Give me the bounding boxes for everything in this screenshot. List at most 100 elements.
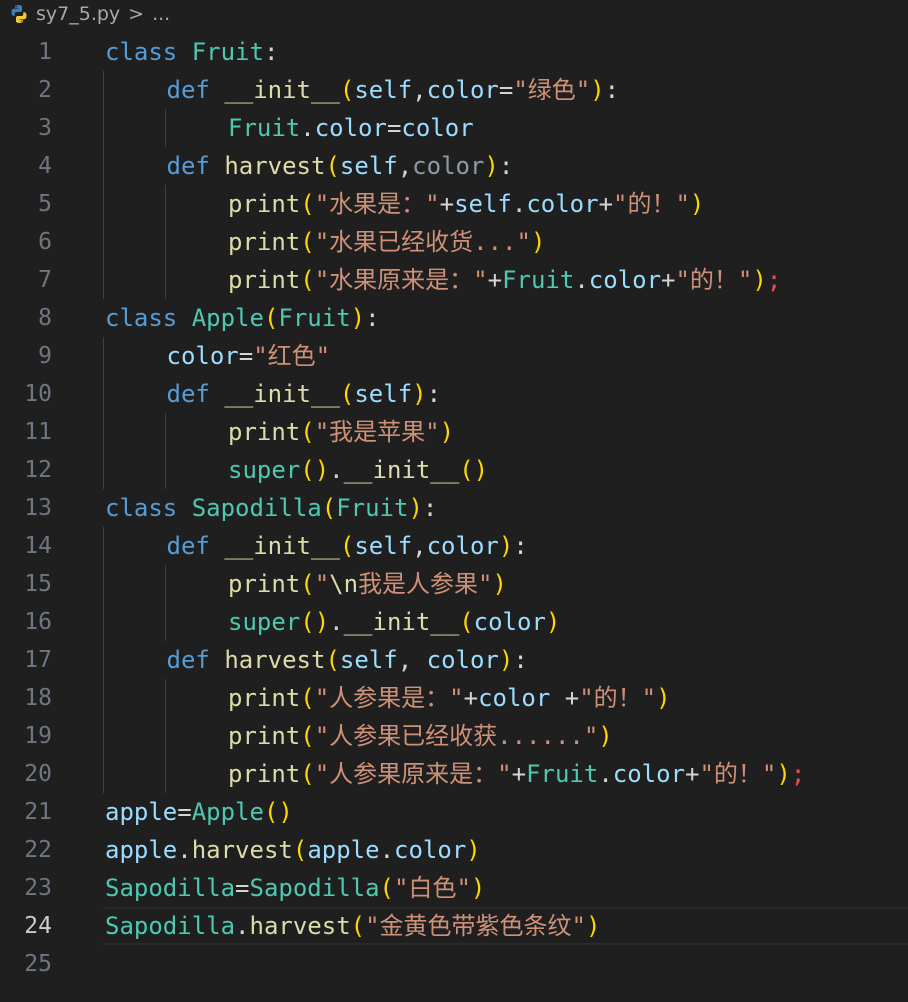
code-token: Sapodilla	[249, 874, 380, 902]
code-token: )	[412, 380, 427, 408]
code-token: color	[401, 114, 474, 142]
code-token: color	[526, 190, 599, 218]
code-text: print("人参果已经收获......")	[228, 717, 613, 755]
code-token: .	[177, 836, 192, 864]
code-line[interactable]: 18 print("人参果是："+color +"的！")	[0, 679, 908, 717]
code-token: )	[530, 228, 546, 256]
code-token: +	[439, 190, 455, 218]
code-line[interactable]: 16 super().__init__(color)	[0, 603, 908, 641]
code-token: ,	[397, 646, 427, 674]
code-token: +	[661, 266, 676, 294]
code-token: :	[422, 494, 438, 522]
code-line[interactable]: 3 Fruit.color=color	[0, 109, 908, 147]
code-token: )	[492, 570, 507, 598]
code-token: "水果原来是："	[314, 266, 488, 294]
code-text: print("我是苹果")	[228, 413, 454, 451]
code-token: Fruit	[278, 304, 351, 332]
code-token: :	[604, 76, 620, 104]
breadcrumb-symbol-ellipsis[interactable]: ...	[152, 3, 170, 25]
indent-guide	[103, 755, 104, 793]
code-text: print("\n我是人参果")	[228, 565, 507, 603]
code-token: def	[166, 646, 210, 674]
indent-guide	[165, 109, 166, 147]
code-token: color	[314, 114, 387, 142]
code-token: color	[473, 608, 546, 636]
code-line[interactable]: 20 print("人参果原来是："+Fruit.color+"的！");	[0, 755, 908, 793]
code-token: "我是苹果"	[314, 418, 440, 446]
code-line[interactable]: 9 color="红色"	[0, 337, 908, 375]
indent-guide	[103, 375, 104, 413]
code-line[interactable]: 14 def __init__(self,color):	[0, 527, 908, 565]
breadcrumb-chevron-icon: >	[128, 3, 145, 25]
code-token: (	[379, 874, 394, 902]
code-token: "人参果原来是："	[314, 760, 512, 788]
code-token: .	[300, 114, 315, 142]
line-number: 21	[24, 799, 52, 825]
code-token: print	[228, 418, 301, 446]
code-line[interactable]: 13 class Sapodilla(Fruit):	[0, 489, 908, 527]
code-token: super	[228, 456, 301, 484]
code-line[interactable]: 2 def __init__(self,color="绿色"):	[0, 71, 908, 109]
indent-guide	[103, 565, 104, 603]
code-text: def harvest(self,color):	[167, 147, 514, 185]
code-text: print("水果原来是："+Fruit.color+"的！");	[228, 261, 781, 299]
code-text: class Sapodilla(Fruit):	[105, 489, 437, 527]
code-token: .	[235, 912, 250, 940]
code-line[interactable]: 6 print("水果已经收货...")	[0, 223, 908, 261]
code-line[interactable]: 12 super().__init__()	[0, 451, 908, 489]
python-file-icon	[8, 3, 30, 25]
line-number: 17	[24, 647, 52, 673]
code-token: :	[498, 152, 514, 180]
indent-guide	[103, 603, 104, 641]
indent-guide	[103, 451, 104, 489]
code-line[interactable]: 5 print("水果是："+self.color+"的！")	[0, 185, 908, 223]
code-line[interactable]: 7 print("水果原来是："+Fruit.color+"的！");	[0, 261, 908, 299]
breadcrumb: sy7_5.py > ...	[0, 0, 908, 28]
code-token: color	[588, 266, 662, 294]
code-token: "的！"	[675, 266, 753, 294]
code-token: Fruit	[228, 114, 301, 142]
code-token: apple	[307, 836, 380, 864]
code-token: "的！"	[699, 760, 777, 788]
code-line[interactable]: 24 Sapodilla.harvest("金黄色带紫色条纹")	[0, 907, 908, 945]
code-text: def __init__(self,color="绿色"):	[167, 71, 620, 109]
code-line[interactable]: 15 print("\n我是人参果")	[0, 565, 908, 603]
indent-guide	[103, 71, 104, 109]
indent-guide	[165, 717, 166, 755]
code-token: harvest	[249, 912, 351, 940]
code-token: print	[228, 722, 301, 750]
code-line[interactable]: 4 def harvest(self,color):	[0, 147, 908, 185]
code-line[interactable]: 11 print("我是苹果")	[0, 413, 908, 451]
code-token: def	[166, 380, 210, 408]
line-number: 7	[38, 267, 52, 293]
code-text: print("人参果原来是："+Fruit.color+"的！");	[228, 755, 805, 793]
code-token: =	[235, 874, 250, 902]
code-line[interactable]: 25	[0, 945, 908, 983]
code-line[interactable]: 8 class Apple(Fruit):	[0, 299, 908, 337]
breadcrumb-filename[interactable]: sy7_5.py	[36, 3, 120, 25]
code-token: def	[166, 152, 210, 180]
code-editor[interactable]: 1 class Fruit: 2 def __init__(self,color="绿…	[0, 33, 908, 983]
code-token: +	[463, 684, 479, 712]
code-token: =	[177, 798, 192, 826]
code-text: Fruit.color=color	[228, 109, 474, 147]
code-line[interactable]: 22 apple.harvest(apple.color)	[0, 831, 908, 869]
line-number: 6	[38, 229, 52, 255]
code-token: Fruit	[336, 494, 409, 522]
code-text: class Fruit:	[105, 33, 278, 71]
code-token: :	[365, 304, 380, 332]
code-token: =	[498, 76, 514, 104]
code-line[interactable]: 19 print("人参果已经收获......")	[0, 717, 908, 755]
code-line[interactable]: 21 apple=Apple()	[0, 793, 908, 831]
line-number: 22	[24, 837, 52, 863]
code-line[interactable]: 23 Sapodilla=Sapodilla("白色")	[0, 869, 908, 907]
code-line[interactable]: 10 def __init__(self):	[0, 375, 908, 413]
code-token: self	[354, 532, 413, 560]
line-number: 9	[38, 343, 52, 369]
code-token: Fruit	[526, 760, 599, 788]
code-line[interactable]: 17 def harvest(self, color):	[0, 641, 908, 679]
code-token: print	[228, 190, 301, 218]
line-number: 13	[24, 495, 52, 521]
code-line[interactable]: 1 class Fruit:	[0, 33, 908, 71]
